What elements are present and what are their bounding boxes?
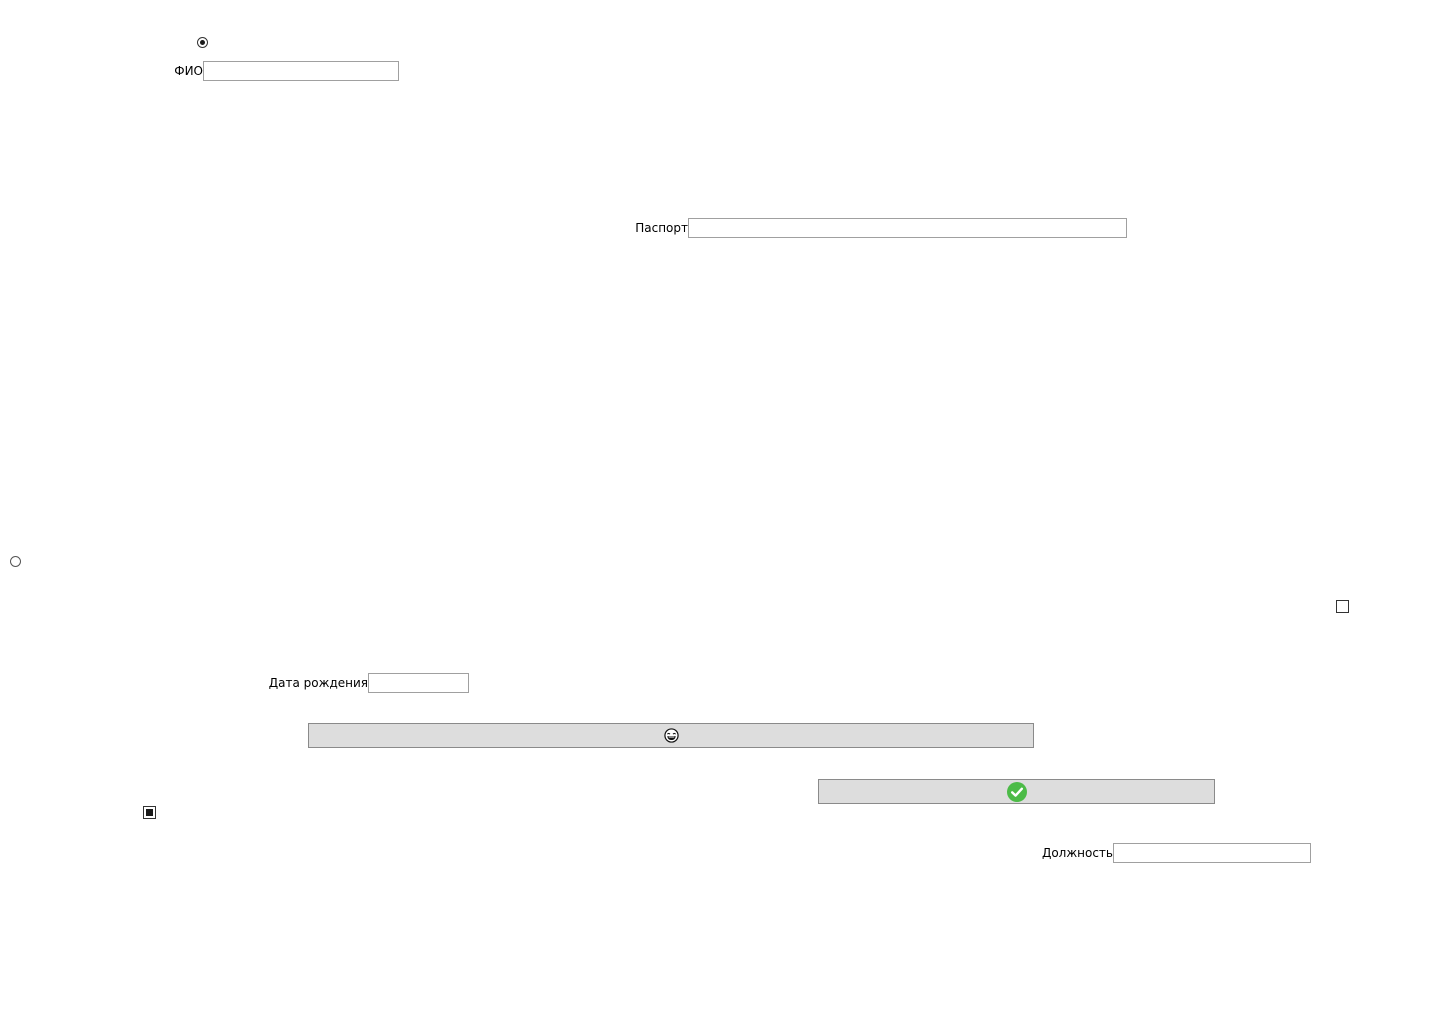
checkbox-option-2[interactable] xyxy=(143,806,156,819)
passport-input[interactable] xyxy=(688,218,1127,238)
checkbox-option-1[interactable] xyxy=(1336,600,1349,613)
position-label: Должность xyxy=(1041,846,1113,860)
fio-label: ФИО xyxy=(174,64,203,78)
birth-date-label: Дата рождения xyxy=(268,676,368,690)
confirm-button[interactable] xyxy=(818,779,1215,804)
birth-date-input[interactable] xyxy=(368,673,469,693)
passport-label: Паспорт xyxy=(635,221,688,235)
radio-option-1-dot xyxy=(200,40,205,45)
fio-input[interactable] xyxy=(203,61,399,81)
checkbox-option-2-mark xyxy=(146,809,153,816)
check-circle-icon xyxy=(1006,781,1027,802)
radio-option-2[interactable] xyxy=(10,556,21,567)
position-input[interactable] xyxy=(1113,843,1311,863)
laughing-face-icon xyxy=(663,728,679,743)
radio-option-1[interactable] xyxy=(197,37,208,48)
emoji-button[interactable] xyxy=(308,723,1034,748)
